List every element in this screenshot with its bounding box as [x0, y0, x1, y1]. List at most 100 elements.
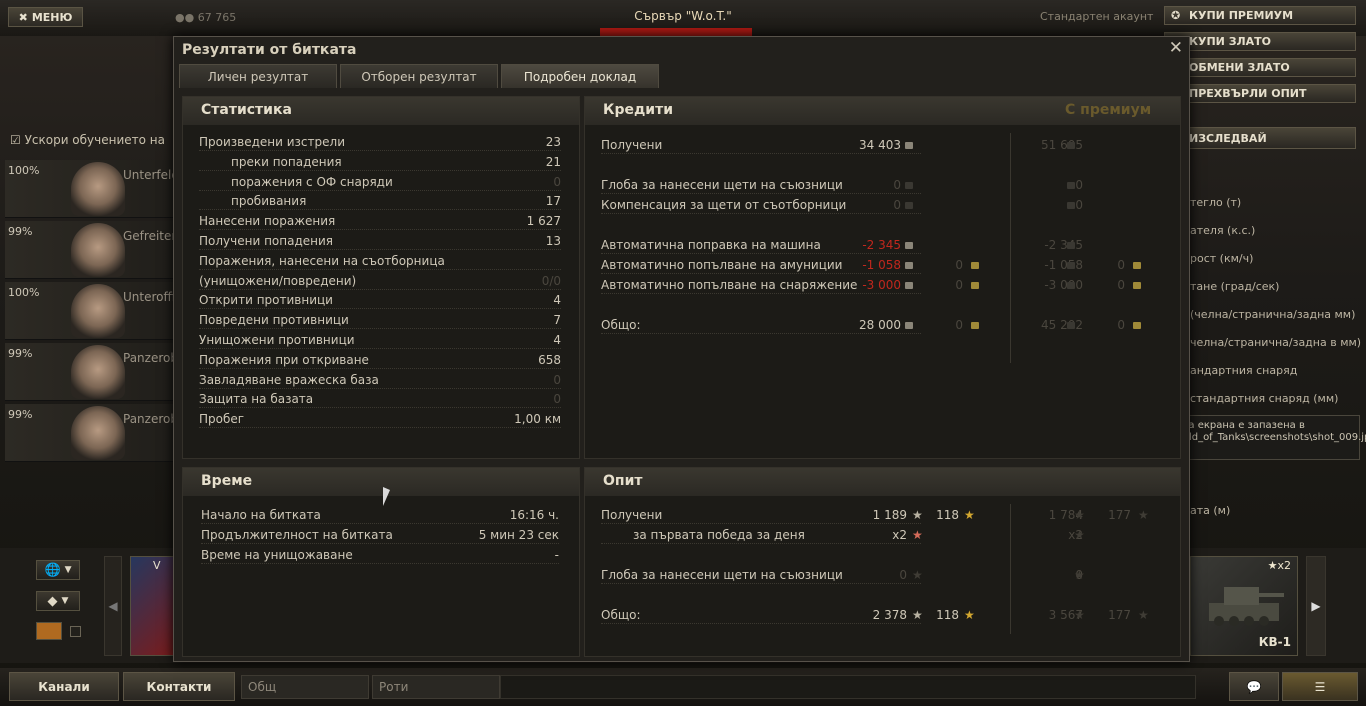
speedup-training[interactable]: ☑ Ускори обучението на: [10, 133, 172, 147]
mouse-cursor: [383, 487, 390, 506]
exchange-gold-label: ОБМЕНИ ЗЛАТО: [1189, 61, 1290, 74]
buy-premium-button[interactable]: ✪ КУПИ ПРЕМИУМ: [1164, 6, 1356, 25]
tab-companies-chat[interactable]: Роти: [372, 675, 500, 699]
stat-value: 0: [553, 392, 561, 407]
xp-value: 1 189: [872, 508, 907, 522]
channels-button[interactable]: Канали: [9, 672, 119, 701]
menu-button[interactable]: ✖ МЕНЮ: [8, 7, 83, 27]
chevron-down-icon: ▼: [61, 596, 69, 606]
stat-row: Открити противници 4: [199, 293, 561, 311]
dotted-leader: [199, 150, 561, 151]
stat-value: 0/0: [541, 273, 561, 288]
battle-button[interactable]: [600, 28, 752, 36]
credit-row: Автоматично попълване на амуниции -1 058 0…: [601, 258, 1171, 276]
chat-icon: 💬: [1246, 679, 1262, 694]
convert-xp-button[interactable]: ПРЕХВЪРЛИ ОПИТ: [1164, 84, 1356, 103]
experience-panel: Опит Получени 1 189 ★ 118 ★ 1 784 ★ 177 ★ за първ…: [584, 467, 1181, 657]
stat-label: Завладяване вражеска база: [199, 372, 379, 387]
credits-panel: Кредити С премиум Получени 34 403 51 605 Гло…: [584, 96, 1181, 459]
close-icon[interactable]: ✕: [1169, 38, 1183, 58]
stat-row: Повредени противници 7: [199, 313, 561, 331]
tab-detailed-report[interactable]: Подробен доклад: [501, 64, 659, 88]
dotted-leader: [199, 229, 561, 231]
type-filter[interactable]: ◆ ▼: [36, 591, 80, 611]
stat-value: 4: [553, 333, 561, 347]
crew-name: Unteroffi: [123, 290, 175, 304]
crew-member[interactable]: 99% Panzerob: [5, 343, 175, 401]
crew-member[interactable]: 99% Gefreiter: [5, 221, 175, 279]
dotted-leader: [199, 249, 561, 250]
gold-value: 0: [955, 318, 963, 332]
crew-member[interactable]: 99% Panzerob: [5, 404, 175, 462]
statistics-panel: Статистика Произведени изстрели 23 преки п…: [182, 96, 580, 459]
crew-member[interactable]: 100% Unteroffi: [5, 282, 175, 340]
star-icon: ★: [1074, 528, 1085, 542]
time-value: -: [554, 548, 559, 562]
credits-icon: [1067, 322, 1075, 329]
tank-card-kv1[interactable]: ★x2 КВ-1: [1190, 556, 1298, 656]
carousel-right-arrow[interactable]: ▶: [1306, 556, 1326, 656]
credits-icon: [1067, 142, 1075, 149]
ammo-filter-icon[interactable]: [36, 622, 62, 640]
dotted-leader: [201, 523, 559, 524]
star-icon: ★: [912, 508, 923, 522]
gold-icon: [971, 282, 979, 289]
star-icon: ★: [912, 528, 923, 542]
list-icon: ☰: [1314, 679, 1326, 694]
exchange-gold-button[interactable]: ОБМЕНИ ЗЛАТО: [1164, 58, 1356, 77]
xp-multiplier-badge: ★x2: [1268, 559, 1291, 572]
spec-hull-armor: (челна/странична/задна мм): [1190, 308, 1356, 321]
tab-general-chat[interactable]: Общ: [241, 675, 369, 699]
stat-row: Завладяване вражеска база 0: [199, 373, 561, 391]
contacts-button[interactable]: Контакти: [123, 672, 235, 701]
crew-name: Gefreiter: [123, 229, 175, 243]
xp-row: Общо: 2 378 ★ 118 ★ 3 567 ★ 177 ★: [601, 608, 1171, 626]
time-row: Време на унищожаване -: [201, 548, 559, 566]
gold-icon: [1133, 322, 1141, 329]
carousel-left-arrow[interactable]: ◀: [104, 556, 122, 656]
credit-value: 0: [893, 198, 901, 212]
spec-power: ателя (к.с.): [1190, 224, 1256, 237]
stat-row: Унищожени противници 4: [199, 333, 561, 351]
credits-icon: [1067, 282, 1075, 289]
chat-button[interactable]: 💬: [1229, 672, 1279, 701]
dotted-leader: [199, 387, 561, 389]
credits-icon: ●●: [175, 11, 198, 24]
gold-icon: [1133, 262, 1141, 269]
tab-personal-result[interactable]: Личен резултат: [179, 64, 337, 88]
xp-row: за първата победа за деня x2 ★ x2 ★: [601, 528, 1171, 546]
crew-portrait: [71, 223, 125, 277]
credits-icon: [1067, 182, 1075, 189]
star-icon: ★: [912, 608, 923, 622]
stat-label: Получени попадения: [199, 234, 333, 248]
dotted-leader: [199, 427, 561, 429]
gold-icon: [971, 262, 979, 269]
notifications-button[interactable]: ☰: [1282, 672, 1358, 701]
premium-free-xp-value: 177: [1108, 608, 1131, 622]
crew-portrait: [71, 284, 125, 338]
credit-value: 34 403: [859, 138, 901, 152]
research-button[interactable]: ИЗСЛЕДВАЙ: [1164, 127, 1356, 149]
nation-filter[interactable]: 🌐 ▼: [36, 560, 80, 580]
menu-button-label: МЕНЮ: [31, 10, 73, 24]
dotted-leader: [601, 293, 921, 294]
crew-member[interactable]: 100% Unterfeld: [5, 160, 175, 218]
free-xp-star-icon: ★: [964, 608, 975, 622]
dotted-leader: [601, 623, 921, 624]
credits-icon: [905, 202, 913, 209]
checkbox-icon: ☑: [10, 133, 25, 147]
buy-gold-button[interactable]: КУПИ ЗЛАТО: [1164, 32, 1356, 51]
buy-gold-label: КУПИ ЗЛАТО: [1189, 35, 1272, 48]
battle-results-dialog: Резултати от битката ✕ Личен резултат От…: [173, 36, 1190, 662]
tab-team-result[interactable]: Отборен резултат: [340, 64, 498, 88]
time-row: Начало на битката 16:16 ч.: [201, 508, 559, 526]
tank-card-left[interactable]: V: [130, 556, 175, 656]
xp-row: Получени 1 189 ★ 118 ★ 1 784 ★ 177 ★: [601, 508, 1171, 526]
star-icon: ★: [1074, 608, 1085, 622]
time-panel: Време Начало на битката 16:16 ч. Продължит…: [182, 467, 580, 657]
filter-checkbox[interactable]: [70, 626, 81, 637]
dotted-leader: [199, 308, 561, 310]
star-icon: ★: [912, 568, 923, 582]
crew-percent: 100%: [8, 164, 40, 177]
stat-label: (унищожени/повредени): [199, 273, 357, 288]
